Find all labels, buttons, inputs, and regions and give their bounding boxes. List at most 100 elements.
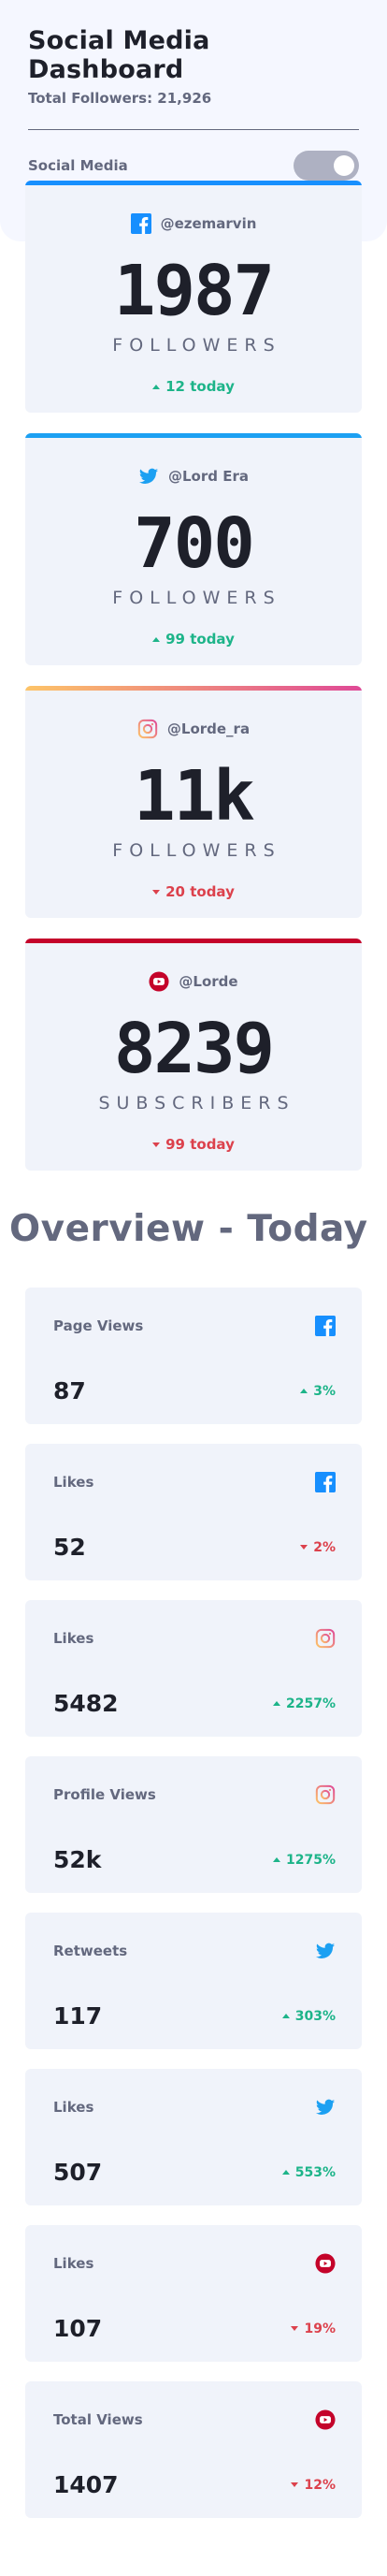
card-unit: FOLLOWERS bbox=[112, 840, 281, 861]
follower-card[interactable]: @Lorde_ra 11k FOLLOWERS 20 today bbox=[25, 686, 362, 918]
youtube-icon bbox=[315, 2409, 336, 2430]
overview-change: 19% bbox=[291, 2321, 336, 2336]
overview-change: 2257% bbox=[273, 1696, 336, 1711]
card-handle-row: @Lorde_ra bbox=[25, 719, 362, 739]
trend-up-icon bbox=[152, 384, 161, 389]
card-count: 11k bbox=[134, 756, 255, 837]
card-handle-row: @Lord Era bbox=[25, 466, 362, 487]
follower-card[interactable]: @Lorde 8239 SUBSCRIBERS 99 today bbox=[25, 939, 362, 1171]
overview-card[interactable]: Total Views 1407 12% bbox=[25, 2381, 362, 2518]
trend-down-icon bbox=[152, 1142, 161, 1147]
follower-cards: @ezemarvin 1987 FOLLOWERS 12 today @Lord… bbox=[0, 181, 387, 1171]
youtube-icon bbox=[315, 2253, 336, 2274]
overview-value: 107 bbox=[53, 2315, 103, 2342]
overview-value: 5482 bbox=[53, 1690, 119, 1717]
trend-down-icon bbox=[291, 2482, 299, 2487]
follower-card[interactable]: @Lord Era 700 FOLLOWERS 99 today bbox=[25, 433, 362, 665]
dark-mode-toggle[interactable] bbox=[294, 151, 359, 181]
overview-card[interactable]: Retweets 117 303% bbox=[25, 1913, 362, 2049]
overview-change-text: 12% bbox=[304, 2477, 336, 2493]
overview-change: 12% bbox=[291, 2478, 336, 2493]
overview-label: Likes bbox=[53, 2255, 94, 2272]
card-unit: SUBSCRIBERS bbox=[98, 1093, 295, 1113]
card-count: 1987 bbox=[113, 251, 275, 331]
trend-up-icon bbox=[281, 2014, 290, 2018]
overview-label: Likes bbox=[53, 2099, 94, 2116]
overview-change-text: 553% bbox=[294, 2164, 336, 2180]
card-change-text: 12 today bbox=[165, 378, 235, 395]
facebook-icon bbox=[315, 1316, 336, 1336]
card-handle: @Lorde bbox=[179, 973, 238, 990]
overview-card[interactable]: Profile Views 52k 1275% bbox=[25, 1756, 362, 1893]
overview-card[interactable]: Page Views 87 3% bbox=[25, 1288, 362, 1424]
card-change-text: 99 today bbox=[165, 1136, 235, 1153]
mode-label: Social Media bbox=[28, 157, 128, 174]
trend-down-icon bbox=[300, 1545, 308, 1550]
facebook-icon bbox=[315, 1472, 336, 1492]
card-count: 8239 bbox=[113, 1009, 275, 1089]
overview-card[interactable]: Likes 107 19% bbox=[25, 2225, 362, 2362]
dashboard-page: Social Media Dashboard Total Followers: … bbox=[0, 0, 387, 2576]
overview-value: 52 bbox=[53, 1534, 86, 1561]
trend-up-icon bbox=[273, 1701, 280, 1706]
card-change-text: 20 today bbox=[165, 883, 235, 900]
overview-card[interactable]: Likes 52 2% bbox=[25, 1444, 362, 1580]
card-handle-row: @Lorde bbox=[25, 971, 362, 992]
trend-up-icon bbox=[300, 1389, 308, 1393]
instagram-icon bbox=[137, 719, 158, 739]
overview-change: 2% bbox=[300, 1540, 336, 1555]
card-accent-bar bbox=[25, 686, 362, 691]
overview-change: 553% bbox=[281, 2164, 336, 2180]
card-change: 12 today bbox=[25, 378, 362, 395]
overview-change: 3% bbox=[300, 1384, 336, 1399]
overview-change: 1275% bbox=[273, 1853, 336, 1868]
trend-up-icon bbox=[281, 2170, 290, 2175]
header: Social Media Dashboard Total Followers: … bbox=[0, 0, 387, 181]
overview-change-text: 3% bbox=[313, 1383, 336, 1399]
card-accent-bar bbox=[25, 939, 362, 943]
card-change-text: 99 today bbox=[165, 631, 235, 648]
card-count: 700 bbox=[134, 503, 255, 584]
overview-value: 507 bbox=[53, 2159, 103, 2186]
twitter-icon bbox=[138, 466, 159, 487]
overview-label: Likes bbox=[53, 1474, 94, 1491]
overview-change: 303% bbox=[281, 2008, 336, 2024]
card-unit: FOLLOWERS bbox=[112, 335, 281, 356]
overview-label: Profile Views bbox=[53, 1786, 156, 1803]
total-followers: Total Followers: 21,926 bbox=[28, 90, 212, 107]
instagram-icon bbox=[315, 1784, 336, 1805]
overview-label: Retweets bbox=[53, 1943, 128, 1959]
trend-down-icon bbox=[291, 2326, 299, 2331]
overview-card[interactable]: Likes 507 553% bbox=[25, 2069, 362, 2205]
card-handle: @Lord Era bbox=[168, 468, 249, 485]
trend-up-icon bbox=[152, 636, 161, 642]
youtube-icon bbox=[149, 971, 169, 992]
overview-change-text: 1275% bbox=[286, 1852, 336, 1868]
twitter-icon bbox=[315, 1941, 336, 1961]
card-handle: @Lorde_ra bbox=[166, 720, 251, 737]
overview-change-text: 19% bbox=[304, 2321, 336, 2336]
card-change: 20 today bbox=[25, 883, 362, 900]
card-accent-bar bbox=[25, 433, 362, 438]
trend-down-icon bbox=[152, 889, 161, 895]
overview-value: 117 bbox=[53, 2002, 103, 2030]
card-accent-bar bbox=[25, 181, 362, 185]
overview-change-text: 2% bbox=[313, 1539, 336, 1555]
overview-change-text: 303% bbox=[294, 2008, 336, 2024]
overview-value: 52k bbox=[53, 1846, 102, 1873]
overview-change-text: 2257% bbox=[286, 1696, 336, 1711]
mode-row: Social Media bbox=[28, 151, 359, 181]
card-handle: @ezemarvin bbox=[160, 215, 257, 232]
overview-value: 1407 bbox=[53, 2471, 119, 2498]
overview-label: Likes bbox=[53, 1630, 94, 1647]
header-divider bbox=[28, 129, 359, 130]
overview-card[interactable]: Likes 5482 2257% bbox=[25, 1600, 362, 1737]
twitter-icon bbox=[315, 2097, 336, 2118]
toggle-knob bbox=[334, 155, 354, 176]
overview-title: Overview - Today bbox=[9, 1208, 368, 1250]
facebook-icon bbox=[130, 213, 151, 234]
follower-card[interactable]: @ezemarvin 1987 FOLLOWERS 12 today bbox=[25, 181, 362, 413]
card-change: 99 today bbox=[25, 1136, 362, 1153]
instagram-icon bbox=[315, 1628, 336, 1649]
card-unit: FOLLOWERS bbox=[112, 588, 281, 608]
